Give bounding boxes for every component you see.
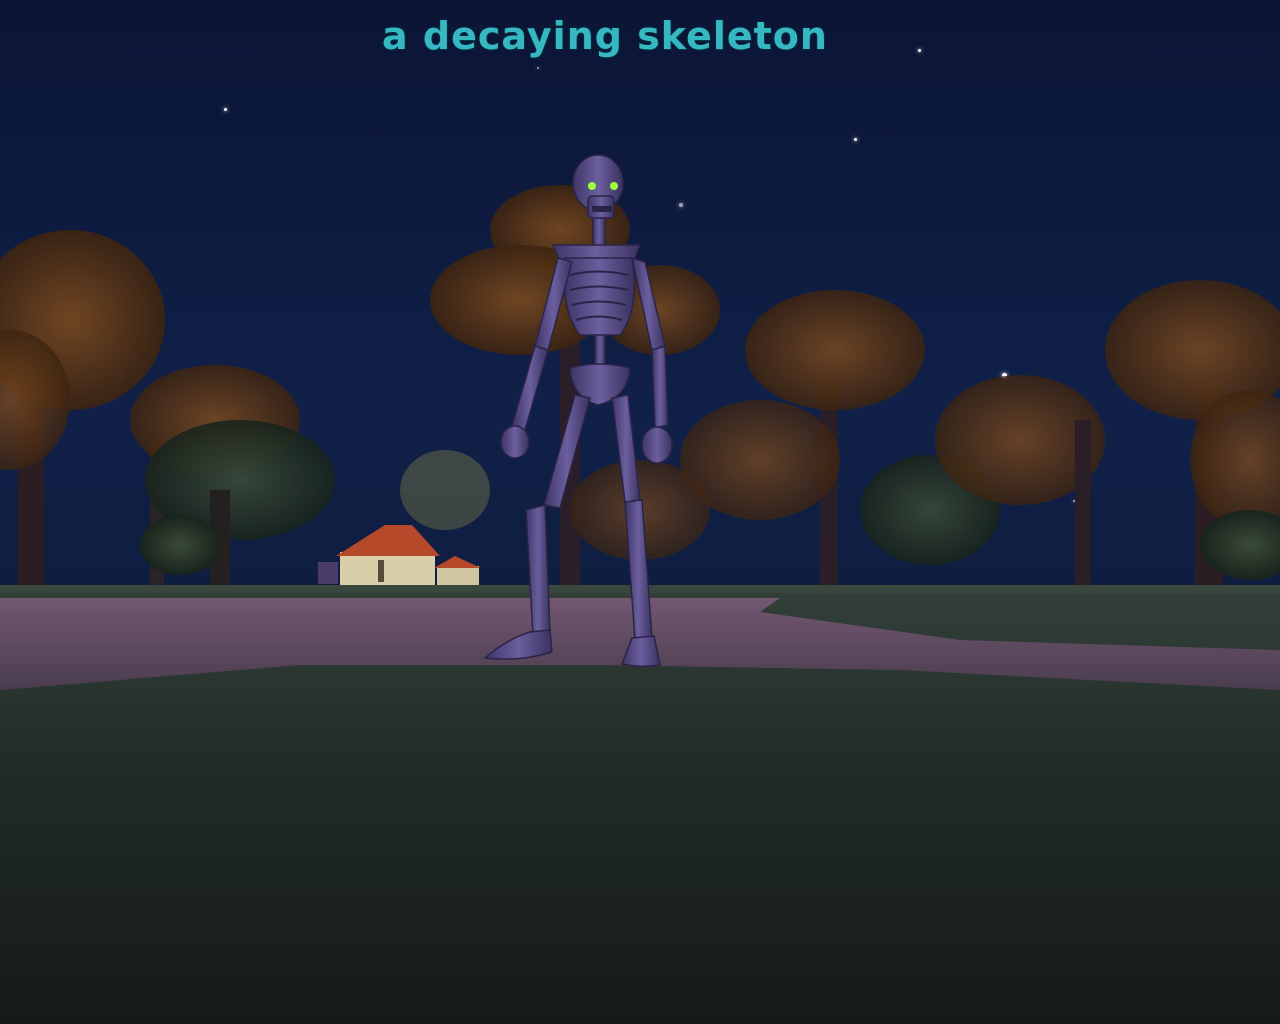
skeleton-monster[interactable] bbox=[0, 0, 1280, 1024]
skeleton-eye bbox=[610, 182, 618, 190]
game-viewport[interactable]: a decaying skeleton bbox=[0, 0, 1280, 1024]
skeleton-eye bbox=[588, 182, 596, 190]
target-nameplate: a decaying skeleton bbox=[382, 14, 828, 58]
